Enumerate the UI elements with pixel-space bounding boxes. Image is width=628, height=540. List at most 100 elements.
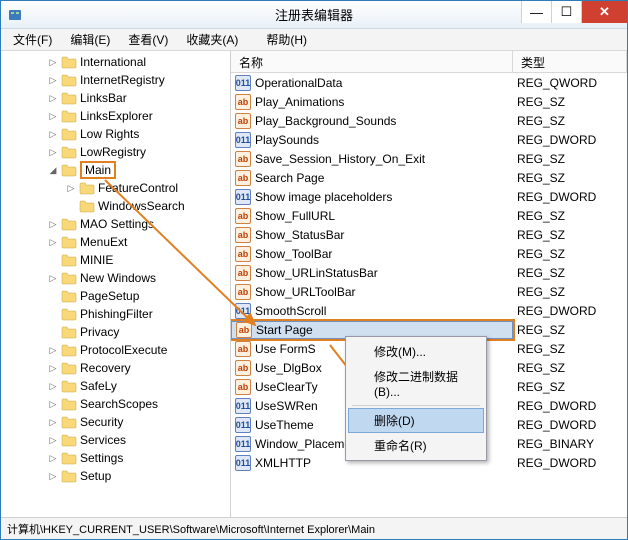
menu-file[interactable]: 文件(F) [5, 29, 60, 50]
tree-label: Services [80, 433, 126, 447]
value-type: REG_QWORD [513, 76, 627, 90]
expander-icon[interactable]: ▷ [47, 452, 59, 464]
tree-item-security[interactable]: ▷ Security [1, 413, 230, 431]
expander-icon[interactable]: ▷ [47, 92, 59, 104]
folder-icon [61, 397, 77, 411]
string-value-icon: ab [235, 284, 251, 300]
value-type: REG_SZ [513, 266, 627, 280]
tree-item-low-rights[interactable]: ▷ Low Rights [1, 125, 230, 143]
string-value-icon: ab [235, 94, 251, 110]
list-row[interactable]: abSave_Session_History_On_ExitREG_SZ [231, 149, 627, 168]
value-name: Show_FullURL [255, 209, 335, 223]
expander-icon[interactable] [65, 200, 77, 212]
list-row[interactable]: abShow_URLinStatusBarREG_SZ [231, 263, 627, 282]
value-name: Play_Background_Sounds [255, 114, 396, 128]
folder-icon [61, 271, 77, 285]
tree-item-safely[interactable]: ▷SafeLy [1, 377, 230, 395]
folder-icon [61, 433, 77, 447]
expander-icon[interactable]: ▷ [47, 218, 59, 230]
ctx-delete[interactable]: 删除(D) [348, 408, 484, 433]
tree-item-recovery[interactable]: ▷Recovery [1, 359, 230, 377]
header-name[interactable]: 名称 [231, 51, 513, 72]
string-value-icon: ab [235, 265, 251, 281]
menu-edit[interactable]: 编辑(E) [62, 29, 118, 50]
ctx-rename[interactable]: 重命名(R) [348, 433, 484, 458]
tree-item-international[interactable]: ▷ International [1, 53, 230, 71]
expander-icon[interactable]: ▷ [47, 344, 59, 356]
tree-label: Security [80, 415, 123, 429]
tree-label: PageSetup [80, 289, 139, 303]
tree-item-new-windows[interactable]: ▷New Windows [1, 269, 230, 287]
folder-icon [61, 145, 77, 159]
tree-item-lowregistry[interactable]: ▷LowRegistry [1, 143, 230, 161]
tree-item-pagesetup[interactable]: PageSetup [1, 287, 230, 305]
expander-icon[interactable] [47, 290, 59, 302]
folder-icon [61, 451, 77, 465]
menu-favorites[interactable]: 收藏夹(A) [178, 29, 246, 50]
menu-view[interactable]: 查看(V) [120, 29, 176, 50]
header-type[interactable]: 类型 [513, 51, 627, 72]
list-row[interactable]: abSearch PageREG_SZ [231, 168, 627, 187]
binary-value-icon: 011 [235, 132, 251, 148]
tree-item-linksexplorer[interactable]: ▷LinksExplorer [1, 107, 230, 125]
list-row[interactable]: 011OperationalDataREG_QWORD [231, 73, 627, 92]
tree-item-services[interactable]: ▷ Services [1, 431, 230, 449]
list-row[interactable]: abShow_URLToolBarREG_SZ [231, 282, 627, 301]
expander-icon[interactable]: ▷ [47, 56, 59, 68]
expander-icon[interactable]: ▷ [47, 416, 59, 428]
tree-item-searchscopes[interactable]: ▷SearchScopes [1, 395, 230, 413]
tree-item-settings[interactable]: ▷Settings [1, 449, 230, 467]
expander-icon[interactable]: ▷ [47, 110, 59, 122]
expander-icon[interactable]: ▷ [47, 146, 59, 158]
tree-label: LinksBar [80, 91, 127, 105]
tree-item-phishingfilter[interactable]: PhishingFilter [1, 305, 230, 323]
binary-value-icon: 011 [235, 398, 251, 414]
expander-icon[interactable]: ▷ [47, 74, 59, 86]
tree-label: Privacy [80, 325, 119, 339]
expander-icon[interactable]: ▷ [47, 470, 59, 482]
tree-item-privacy[interactable]: Privacy [1, 323, 230, 341]
list-row[interactable]: 011Show image placeholdersREG_DWORD [231, 187, 627, 206]
minimize-button[interactable]: — [521, 1, 551, 23]
list-row[interactable]: abShow_ToolBarREG_SZ [231, 244, 627, 263]
expander-icon[interactable] [47, 254, 59, 266]
tree-label: International [80, 55, 146, 69]
list-row[interactable]: 011PlaySoundsREG_DWORD [231, 130, 627, 149]
expander-icon[interactable]: ▷ [47, 272, 59, 284]
tree-item-main[interactable]: ◢Main [1, 161, 230, 179]
expander-icon[interactable]: ▷ [65, 182, 77, 194]
expander-icon[interactable]: ▷ [47, 236, 59, 248]
expander-icon[interactable] [47, 308, 59, 320]
list-row[interactable]: 011SmoothScrollREG_DWORD [231, 301, 627, 320]
tree-item-windowssearch[interactable]: WindowsSearch [1, 197, 230, 215]
expander-icon[interactable]: ▷ [47, 362, 59, 374]
expander-icon[interactable]: ▷ [47, 128, 59, 140]
tree-item-mao-settings[interactable]: ▷MAO Settings [1, 215, 230, 233]
expander-icon[interactable] [47, 326, 59, 338]
maximize-button[interactable]: ☐ [551, 1, 581, 23]
tree-pane[interactable]: ▷International▷InternetRegistry▷LinksBar… [1, 51, 231, 517]
tree-item-menuext[interactable]: ▷MenuExt [1, 233, 230, 251]
expander-icon[interactable]: ▷ [47, 434, 59, 446]
status-path: 计算机\HKEY_CURRENT_USER\Software\Microsoft… [7, 524, 375, 536]
value-type: REG_SZ [513, 361, 627, 375]
expander-icon[interactable]: ▷ [47, 380, 59, 392]
ctx-modify[interactable]: 修改(M)... [348, 339, 484, 364]
list-row[interactable]: abPlay_Background_SoundsREG_SZ [231, 111, 627, 130]
list-row[interactable]: abShow_StatusBarREG_SZ [231, 225, 627, 244]
expander-icon[interactable]: ▷ [47, 398, 59, 410]
tree-item-internetregistry[interactable]: ▷InternetRegistry [1, 71, 230, 89]
expander-icon[interactable]: ◢ [47, 164, 59, 176]
tree-item-linksbar[interactable]: ▷ LinksBar [1, 89, 230, 107]
tree-label: MINIE [80, 253, 113, 267]
close-button[interactable]: ✕ [581, 1, 627, 23]
tree-item-protocolexecute[interactable]: ▷ProtocolExecute [1, 341, 230, 359]
tree-item-setup[interactable]: ▷Setup [1, 467, 230, 485]
menu-help[interactable]: 帮助(H) [258, 29, 315, 50]
ctx-modify-binary[interactable]: 修改二进制数据(B)... [348, 364, 484, 403]
tree-item-featurecontrol[interactable]: ▷FeatureControl [1, 179, 230, 197]
tree-label: Low Rights [80, 127, 139, 141]
tree-item-minie[interactable]: MINIE [1, 251, 230, 269]
list-row[interactable]: abPlay_AnimationsREG_SZ [231, 92, 627, 111]
list-row[interactable]: abShow_FullURLREG_SZ [231, 206, 627, 225]
